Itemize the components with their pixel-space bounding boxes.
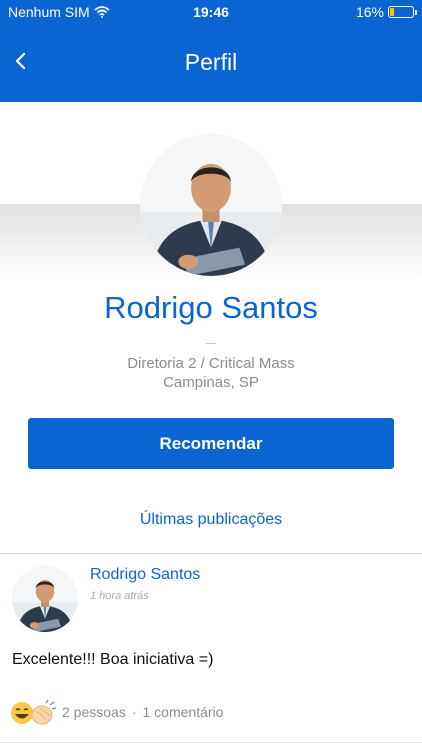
post-author-name[interactable]: Rodrigo Santos xyxy=(90,566,200,584)
reactions-icon[interactable] xyxy=(10,699,58,727)
status-bar: Nenhum SIM 19:46 16% xyxy=(0,0,422,24)
post-text: Excelente!!! Boa iniciativa =) xyxy=(12,651,214,668)
page-title: Perfil xyxy=(184,49,238,75)
profile-location: Campinas, SP xyxy=(163,374,259,391)
stats-separator: · xyxy=(131,704,137,720)
profile-avatar xyxy=(140,134,282,276)
post-timestamp: 1 hora atrás xyxy=(90,590,149,602)
post-author-avatar[interactable] xyxy=(12,566,78,632)
battery-group: 16% xyxy=(355,4,417,20)
likes-count[interactable]: 2 pessoas xyxy=(62,704,126,720)
profile-department: Diretoria 2 / Critical Mass xyxy=(127,355,295,372)
divider xyxy=(0,553,422,554)
header-bar: Nenhum SIM 19:46 16% Perfil xyxy=(0,0,422,102)
bottom-divider xyxy=(0,742,422,743)
battery-percent: 16% xyxy=(355,4,384,20)
battery-fill xyxy=(390,8,394,16)
name-separator xyxy=(206,343,216,344)
comments-count[interactable]: 1 comentário xyxy=(143,704,224,720)
latest-publications-link[interactable]: Últimas publicações xyxy=(0,511,422,529)
profile-name: Rodrigo Santos xyxy=(104,290,318,325)
battery-icon xyxy=(388,6,417,18)
recommend-button[interactable]: Recomendar xyxy=(28,418,394,469)
post-stats: 2 pessoas · 1 comentário xyxy=(62,704,223,720)
